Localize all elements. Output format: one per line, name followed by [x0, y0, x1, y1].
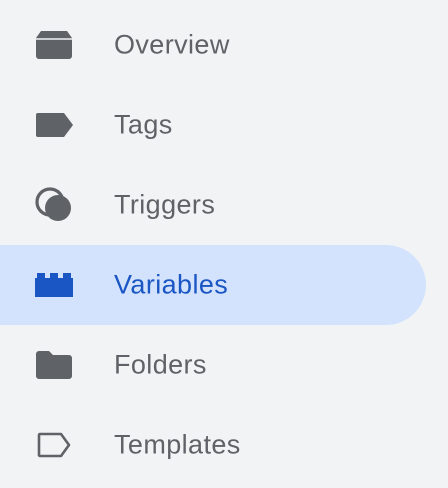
sidebar-item-tags[interactable]: Tags — [0, 85, 426, 165]
sidebar-item-variables[interactable]: Variables — [0, 245, 426, 325]
sidebar-item-folders[interactable]: Folders — [0, 325, 426, 405]
sidebar-item-label: Triggers — [114, 189, 216, 220]
sidebar-item-label: Templates — [114, 429, 241, 460]
sidebar-item-templates[interactable]: Templates — [0, 405, 426, 485]
folder-icon — [32, 343, 76, 387]
sidebar-item-label: Tags — [114, 109, 173, 140]
template-icon — [32, 423, 76, 467]
sidebar-item-label: Overview — [114, 29, 230, 60]
sidebar-item-label: Variables — [114, 269, 229, 300]
sidebar-nav: Overview Tags Triggers Variables Folders… — [0, 0, 448, 488]
variables-icon — [32, 263, 76, 307]
sidebar-item-overview[interactable]: Overview — [0, 5, 426, 85]
overview-icon — [32, 23, 76, 67]
tag-icon — [32, 103, 76, 147]
sidebar-item-triggers[interactable]: Triggers — [0, 165, 426, 245]
trigger-icon — [32, 183, 76, 227]
sidebar-item-label: Folders — [114, 349, 207, 380]
